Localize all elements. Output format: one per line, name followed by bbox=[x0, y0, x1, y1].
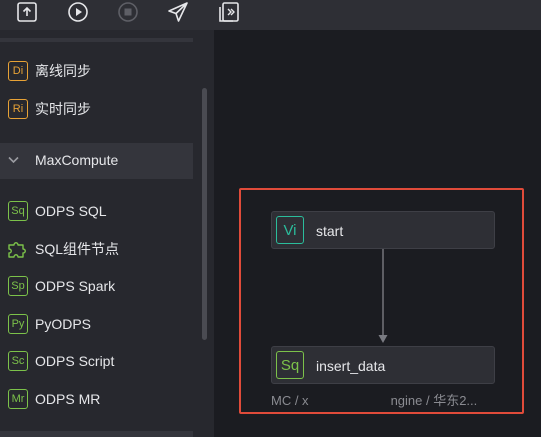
node-path-suffix: ngine / 华东2... bbox=[390, 393, 478, 408]
node-label: insert_data bbox=[316, 358, 386, 374]
redacted-region bbox=[308, 395, 391, 408]
vi-icon: Vi bbox=[276, 216, 304, 244]
node-path-prefix: MC / x bbox=[271, 393, 309, 408]
node-path-text: MC / x ngine / 华东2... bbox=[271, 390, 477, 409]
sq-icon: Sq bbox=[276, 351, 304, 379]
node-label: start bbox=[316, 223, 344, 239]
node-insert-data[interactable]: Sq insert_data bbox=[271, 346, 495, 384]
node-start[interactable]: Vi start bbox=[271, 211, 495, 249]
